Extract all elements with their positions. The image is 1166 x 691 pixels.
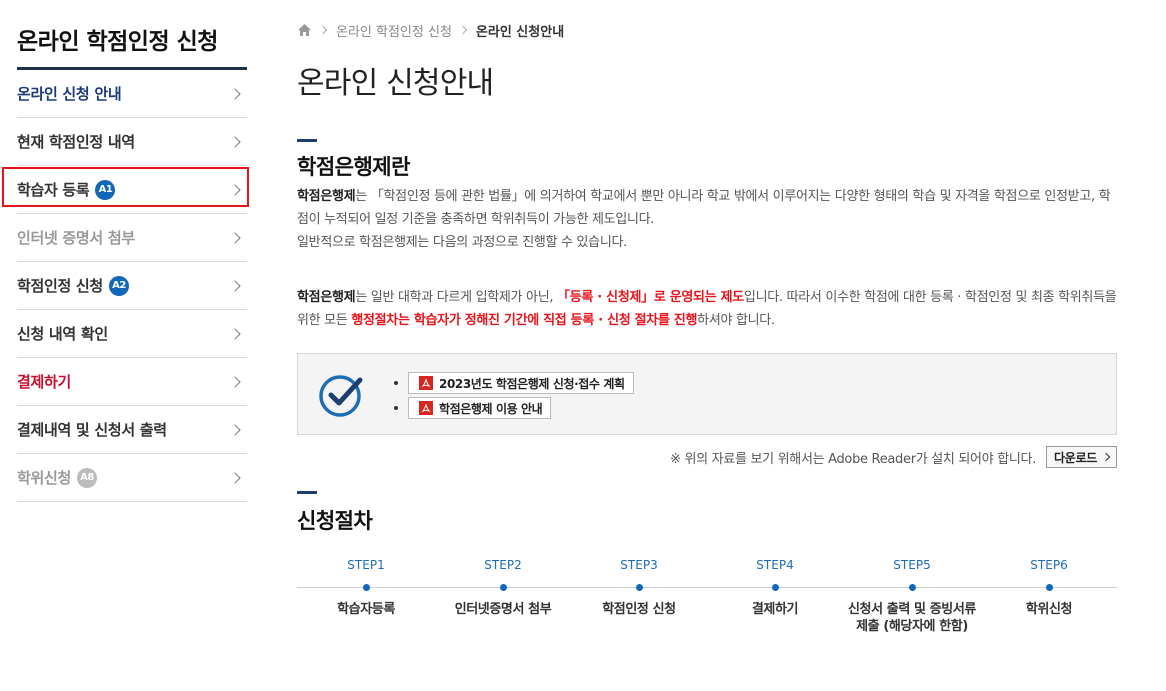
sidebar-item-credit-application[interactable]: 학점인정 신청 A2 [17, 262, 247, 310]
step-number: STEP5 [893, 558, 931, 572]
sidebar-item-certificate-attach[interactable]: 인터넷 증명서 첨부 [17, 214, 247, 262]
intro-paragraph: 학점은행제는 「학점인정 등에 관한 법률」에 의거하여 학교에서 뿐만 아니라… [297, 185, 1117, 254]
sidebar-item-label: 온라인 신청 안내 [17, 85, 122, 103]
sidebar-item-label: 결제하기 [17, 373, 72, 391]
section-title: 신청절차 [297, 509, 373, 533]
term-bold: 학점은행제 [297, 189, 356, 204]
pdf-icon [419, 376, 433, 390]
step-dot [362, 584, 370, 591]
sidebar-item-label: 현재 학점인정 내역 [17, 133, 135, 151]
step-item: STEP1 학습자등록 [296, 558, 436, 618]
step-label: 결제하기 [751, 602, 799, 617]
step-number: STEP3 [620, 558, 658, 572]
breadcrumb-item[interactable]: 온라인 학점인정 신청 [336, 21, 452, 40]
term-bold: 학점은행제 [297, 290, 356, 305]
home-icon[interactable] [297, 23, 312, 37]
sidebar-item-payment-history[interactable]: 결제내역 및 신청서 출력 [17, 406, 247, 454]
step-badge: A2 [108, 275, 129, 296]
step-label: 학점인정 신청 [602, 602, 676, 617]
sidebar-item-online-guide[interactable]: 온라인 신청 안내 [17, 70, 247, 118]
step-item: STEP2 인터넷증명서 첨부 [433, 558, 573, 618]
sidebar-item-label: 학위신청 [17, 469, 72, 487]
download-label: 다운로드 [1054, 450, 1097, 465]
sidebar-item-application-history[interactable]: 신청 내역 확인 [17, 310, 247, 358]
chevron-right-icon [229, 471, 241, 484]
chevron-right-icon [229, 375, 241, 388]
sidebar: 온라인 학점인정 신청 온라인 신청 안내 현재 학점인정 내역 학습자 등록 … [2, 0, 249, 502]
step-item: STEP3 학점인정 신청 [569, 558, 709, 618]
step-label: 인터넷증명서 첨부 [454, 602, 552, 617]
chevron-right-icon [1101, 452, 1111, 462]
chevron-right-icon [229, 423, 241, 436]
step-dot [908, 584, 916, 591]
step-number: STEP2 [484, 558, 522, 572]
sidebar-item-label: 인터넷 증명서 첨부 [17, 229, 135, 247]
step-dot [635, 584, 643, 591]
chevron-right-icon [229, 135, 241, 148]
highlight-text: 행정절차는 학습자가 정해진 기간에 직접 등록 · 신청 절차를 진행 [351, 313, 698, 328]
chevron-right-icon [229, 183, 241, 196]
chevron-right-icon [229, 231, 241, 244]
page-title: 온라인 신청안내 [297, 66, 494, 101]
sidebar-item-degree-application[interactable]: 학위신청 A8 [17, 454, 247, 502]
sidebar-item-label: 학점인정 신청 [17, 277, 103, 295]
breadcrumb-current: 온라인 신청안내 [475, 24, 565, 40]
breadcrumb: 온라인 학점인정 신청 온라인 신청안내 [297, 20, 564, 40]
step-number: STEP4 [756, 558, 794, 572]
document-link-label: 학점은행제 이용 안내 [439, 401, 543, 416]
sidebar-item-label: 신청 내역 확인 [17, 325, 108, 343]
section-bar [297, 491, 317, 494]
sidebar-item-current-credits[interactable]: 현재 학점인정 내역 [17, 118, 247, 166]
bullet-icon [394, 406, 398, 410]
adobe-notice: ※ 위의 자료를 보기 위해서는 Adobe Reader가 설치 되어야 합니… [670, 446, 1117, 468]
process-text: 하셔야 합니다. [697, 313, 775, 328]
document-list: 2023년도 학점은행제 신청·접수 계획 학점은행제 이용 안내 [394, 371, 634, 421]
step-item: STEP4 결제하기 [705, 558, 845, 618]
process-text: 는 일반 대학과 다르게 입학제가 아닌, [355, 290, 558, 305]
download-button[interactable]: 다운로드 [1046, 446, 1117, 468]
step-label: 학습자등록 [337, 602, 395, 617]
sidebar-item-learner-registration[interactable]: 학습자 등록 A1 [2, 166, 249, 214]
notice-text: ※ 위의 자료를 보기 위해서는 Adobe Reader가 설치 되어야 합니… [670, 451, 1037, 467]
step-number: STEP6 [1030, 558, 1068, 572]
step-dot [499, 584, 507, 591]
sidebar-item-label: 학습자 등록 [17, 181, 90, 199]
check-circle-icon [319, 375, 363, 417]
step-item: STEP5 신청서 출력 및 증빙서류 제출 (해당자에 한함) [842, 558, 982, 635]
intro-text: 는 「학점인정 등에 관한 법률」에 의거하여 학교에서 뿐만 아니라 학교 밖… [297, 189, 1111, 227]
sidebar-item-payment[interactable]: 결제하기 [17, 358, 247, 406]
process-steps: STEP1 학습자등록 STEP2 인터넷증명서 첨부 STEP3 학점인정 신… [297, 558, 1117, 668]
document-link[interactable]: 2023년도 학점은행제 신청·접수 계획 [408, 372, 634, 394]
step-label: 학위신청 [1025, 602, 1073, 617]
intro-text-2: 일반적으로 학점은행제는 다음의 과정으로 진행할 수 있습니다. [297, 235, 627, 250]
step-badge: A8 [77, 467, 98, 488]
sidebar-title: 온라인 학점인정 신청 [17, 0, 247, 70]
list-item: 2023년도 학점은행제 신청·접수 계획 [394, 371, 634, 395]
chevron-right-icon [229, 87, 241, 100]
section-bar [297, 139, 317, 142]
sidebar-item-label: 결제내역 및 신청서 출력 [17, 421, 167, 439]
chevron-right-icon [458, 25, 468, 35]
step-dot [1045, 584, 1053, 591]
chevron-right-icon [229, 279, 241, 292]
process-paragraph: 학점은행제는 일반 대학과 다르게 입학제가 아닌, 「등록 · 신청제」로 운… [297, 286, 1117, 332]
step-dot [771, 584, 779, 591]
sidebar-menu: 온라인 신청 안내 현재 학점인정 내역 학습자 등록 A1 인터넷 증명서 첨… [2, 70, 249, 502]
step-item: STEP6 학위신청 [979, 558, 1119, 618]
chevron-right-icon [229, 327, 241, 340]
document-link[interactable]: 학점은행제 이용 안내 [408, 397, 552, 419]
step-label: 신청서 출력 및 증빙서류 제출 (해당자에 한함) [848, 602, 976, 634]
step-number: STEP1 [347, 558, 385, 572]
documents-box: 2023년도 학점은행제 신청·접수 계획 학점은행제 이용 안내 [297, 353, 1117, 435]
chevron-right-icon [318, 25, 328, 35]
step-badge: A1 [95, 179, 116, 200]
document-link-label: 2023년도 학점은행제 신청·접수 계획 [439, 376, 625, 391]
pdf-icon [419, 401, 433, 415]
bullet-icon [394, 381, 398, 385]
highlight-text: 「등록 · 신청제」로 운영되는 제도 [557, 290, 744, 305]
section-title: 학점은행제란 [297, 155, 410, 179]
list-item: 학점은행제 이용 안내 [394, 396, 634, 420]
